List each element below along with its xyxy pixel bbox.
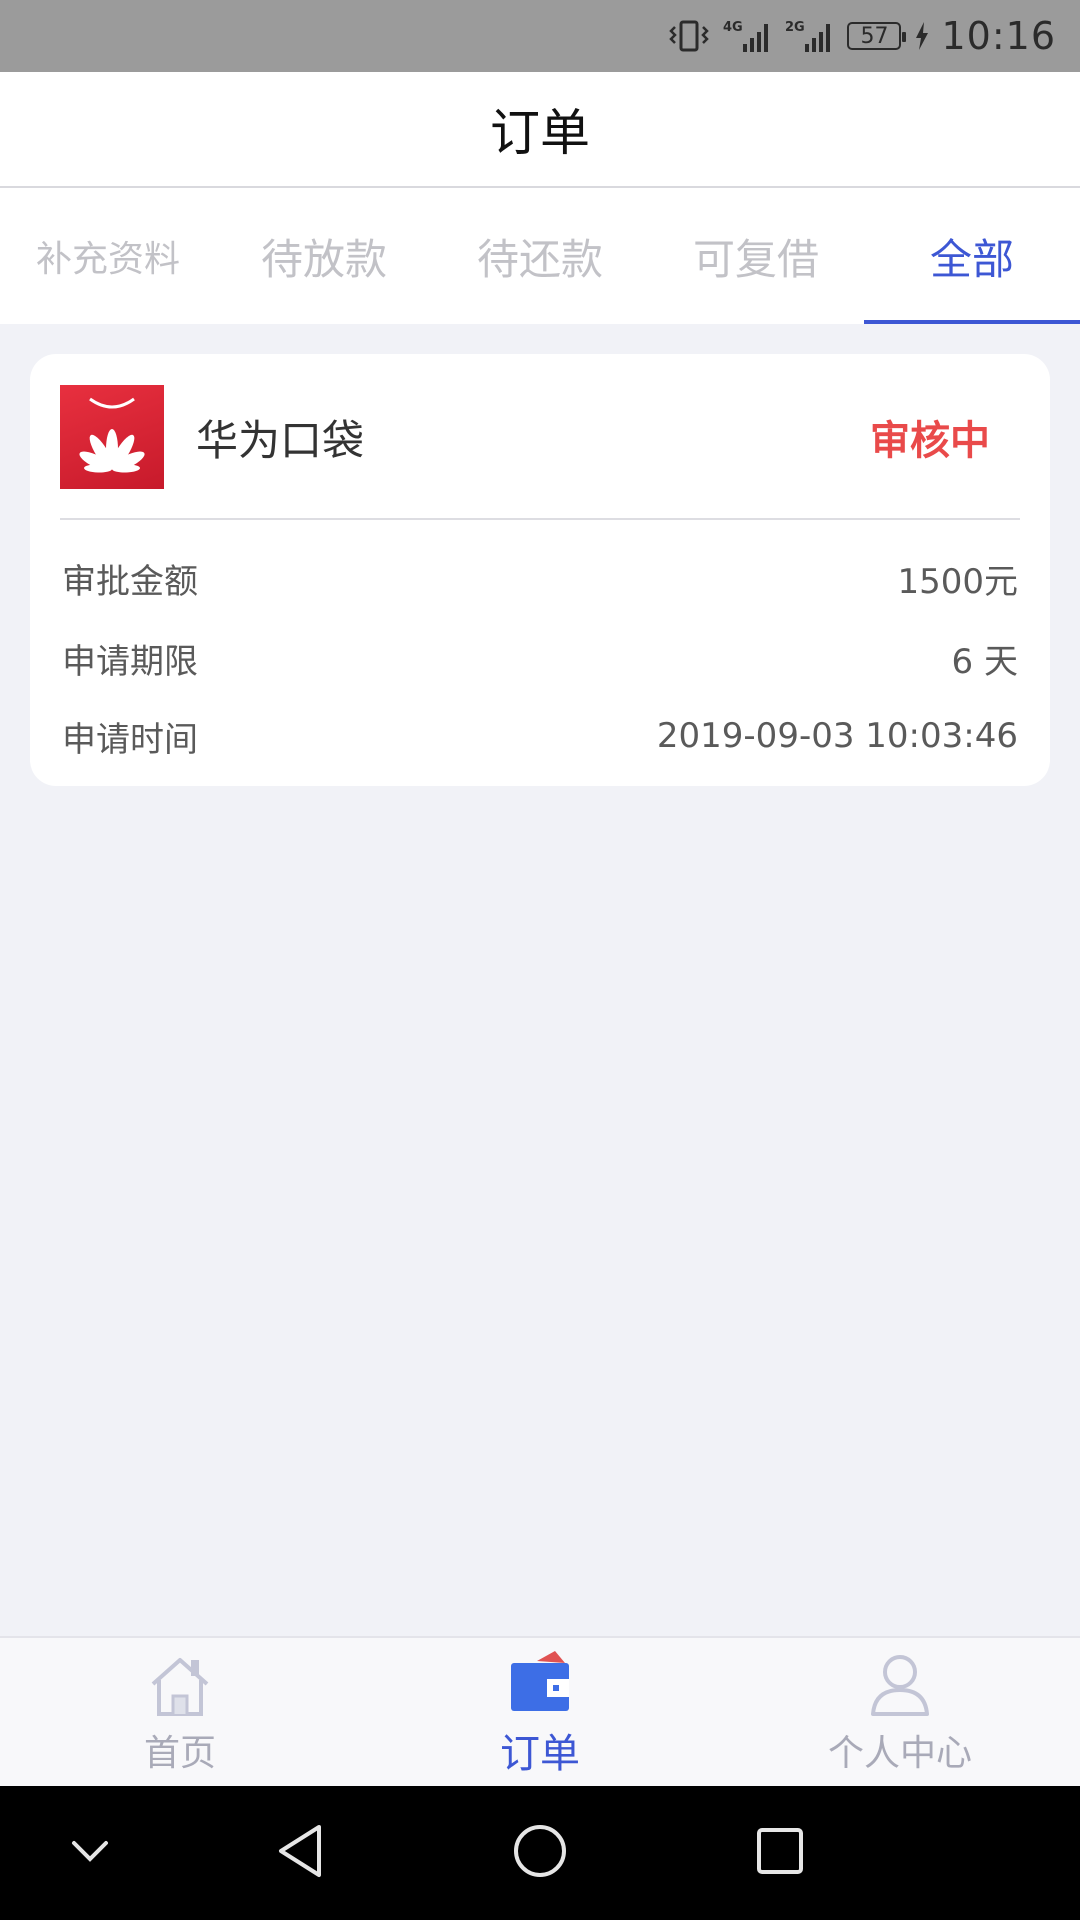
svg-text:4G: 4G	[723, 20, 743, 35]
divider	[60, 518, 1020, 520]
battery-level: 57	[847, 22, 907, 50]
status-badge: 审核中	[870, 418, 990, 464]
detail-row-time: 申请时间 2019-09-03 10:03:46	[62, 706, 1018, 766]
nav-orders[interactable]: 订单	[360, 1638, 720, 1786]
order-tabs: 补充资料 待放款 待还款 可复借 全部	[0, 188, 1080, 324]
recents-button[interactable]	[720, 1786, 840, 1920]
home-button[interactable]	[480, 1786, 600, 1920]
battery-icon: 57	[847, 22, 907, 50]
nav-label: 首页	[143, 1733, 216, 1774]
order-card-header: 华为口袋 审核中	[60, 384, 1020, 490]
tab-pending-loan[interactable]: 待放款	[216, 188, 432, 324]
tab-all[interactable]: 全部	[864, 188, 1080, 324]
nav-label: 订单	[500, 1731, 580, 1777]
detail-value: 6 天	[951, 641, 1018, 682]
tab-label: 可复借	[692, 234, 819, 284]
system-nav-bar	[0, 1786, 1080, 1920]
wallet-icon	[507, 1645, 573, 1715]
user-icon	[867, 1648, 933, 1718]
home-circle-icon	[512, 1823, 568, 1883]
tab-label: 待还款	[476, 234, 603, 284]
tab-reborrow[interactable]: 可复借	[648, 188, 864, 324]
detail-row-term: 申请期限 6 天	[62, 628, 1018, 688]
tab-supplement[interactable]: 补充资料	[0, 188, 216, 324]
tab-pending-repay[interactable]: 待还款	[432, 188, 648, 324]
vibrate-icon	[667, 19, 711, 53]
status-bar: 4G 2G 57 10:16	[0, 0, 1080, 72]
charging-icon	[915, 22, 929, 50]
tab-label: 全部	[929, 234, 1014, 284]
detail-row-amount: 审批金额 1500元	[62, 548, 1018, 608]
nav-profile[interactable]: 个人中心	[720, 1638, 1080, 1786]
chevron-down-icon	[70, 1839, 110, 1867]
detail-label: 申请时间	[62, 719, 198, 760]
signal-2g-icon: 2G	[785, 18, 835, 54]
detail-label: 申请期限	[62, 641, 198, 682]
hide-nav-button[interactable]	[30, 1786, 150, 1920]
order-card[interactable]: 华为口袋 审核中 审批金额 1500元 申请期限 6 天 申请时间 2019-0…	[30, 354, 1050, 786]
bottom-nav: 首页 订单 个人中心	[0, 1636, 1080, 1786]
recents-square-icon	[755, 1826, 805, 1880]
detail-value: 2019-09-03 10:03:46	[656, 716, 1018, 756]
clock: 10:16	[941, 14, 1056, 58]
tab-label: 补充资料	[35, 239, 180, 280]
huawei-logo-icon	[60, 385, 164, 489]
back-button[interactable]	[240, 1786, 360, 1920]
page-title: 订单	[490, 104, 590, 162]
product-name: 华为口袋	[196, 415, 365, 465]
back-triangle-icon	[275, 1823, 325, 1883]
nav-home[interactable]: 首页	[0, 1638, 360, 1786]
signal-4g-icon: 4G	[723, 18, 773, 54]
nav-label: 个人中心	[827, 1733, 972, 1774]
tab-label: 待放款	[260, 234, 387, 284]
detail-value: 1500元	[897, 561, 1018, 602]
home-icon	[147, 1648, 213, 1718]
detail-label: 审批金额	[62, 561, 198, 602]
svg-text:2G: 2G	[785, 20, 805, 35]
app-header: 订单	[0, 72, 1080, 188]
